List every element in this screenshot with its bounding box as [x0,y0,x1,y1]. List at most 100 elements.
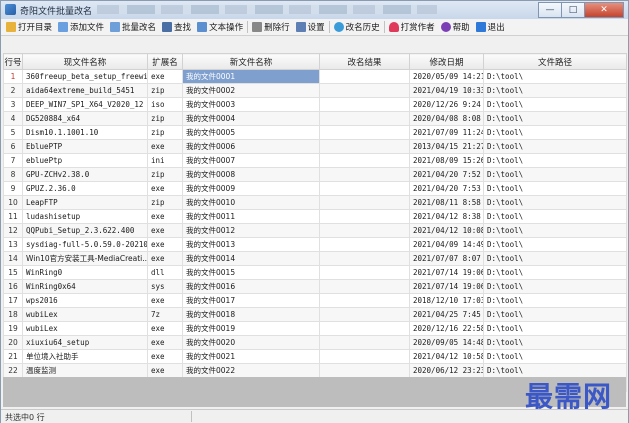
table-cell-6[interactable]: 2021/04/20 7:53 [409,181,484,196]
table-cell-4[interactable]: 我的文件0019 [182,321,320,336]
table-cell-6[interactable]: 2021/04/09 14:49 [409,237,484,252]
table-cell-1[interactable]: 3 [3,97,23,112]
table-cell-4[interactable]: 我的文件0006 [182,139,320,154]
table-cell-5[interactable] [319,209,410,224]
table-cell-2[interactable]: sysdiag-full-5.0.59.0-2021040... [22,237,148,252]
title-bar[interactable]: 奇阳文件批量改名 — □ ✕ [1,1,628,20]
toolbar-item-11[interactable]: 退出 [473,20,508,35]
table-cell-2[interactable]: GPU-ZCHv2.38.0 [22,167,148,182]
table-cell-6[interactable]: 2018/12/10 17:03 [409,293,484,308]
table-cell-5[interactable] [319,83,410,98]
table-cell-7[interactable]: D:\tool\ [483,195,627,210]
column-header-4[interactable]: 新文件名称 [182,53,320,70]
table-cell-1[interactable]: 1 [3,69,23,84]
table-row[interactable]: 19 wubiLex exe 我的文件0019 2020/12/16 22:58 D:\t… [3,321,627,336]
table-cell-2[interactable]: ludashisetup [22,209,148,224]
table-row[interactable]: 6 EbluePTP exe 我的文件0006 2013/04/15 21:27 D:\t… [3,139,627,154]
toolbar-item-6[interactable]: 删除行 [249,20,293,35]
table-cell-3[interactable]: exe [147,251,183,266]
table-cell-1[interactable]: 20 [3,335,23,350]
table-cell-2[interactable]: 单位境入社助手 [22,349,148,364]
table-cell-6[interactable]: 2020/12/26 9:24 [409,97,484,112]
minimize-button[interactable]: — [538,2,562,18]
table-row[interactable]: 15 WinRing0 dll 我的文件0015 2021/07/14 19:06 D:\… [3,265,627,280]
toolbar-item-2[interactable]: 添加文件 [55,20,107,35]
table-cell-7[interactable]: D:\tool\ [483,139,627,154]
table-cell-7[interactable]: D:\tool\ [483,111,627,126]
toolbar-item-1[interactable]: 打开目录 [3,20,55,35]
column-header-1[interactable]: 行号 [3,53,23,70]
table-cell-6[interactable]: 2020/05/09 14:21 [409,69,484,84]
table-cell-6[interactable]: 2021/08/11 8:58 [409,195,484,210]
table-cell-2[interactable]: QQPubi_Setup_2.3.622.400 [22,223,148,238]
toolbar-item-10[interactable]: 帮助 [438,20,473,35]
table-cell-5[interactable] [319,279,410,294]
table-cell-1[interactable]: 18 [3,307,23,322]
table-row[interactable]: 9 GPUZ.2.36.0 exe 我的文件0009 2021/04/20 7:53 D:… [3,181,627,196]
table-cell-3[interactable]: exe [147,349,183,364]
table-cell-7[interactable]: D:\tool\ [483,279,627,294]
table-cell-2[interactable]: WinRing0 [22,265,148,280]
table-cell-6[interactable]: 2021/04/20 7:52 [409,167,484,182]
table-cell-2[interactable]: wps2016 [22,293,148,308]
table-cell-2[interactable]: LeapFTP [22,195,148,210]
table-cell-5[interactable] [319,251,410,266]
table-cell-1[interactable]: 10 [3,195,23,210]
table-cell-2[interactable]: EbluePTP [22,139,148,154]
table-cell-4[interactable]: 我的文件0010 [182,195,320,210]
table-cell-6[interactable]: 2021/04/12 8:38 [409,209,484,224]
table-cell-5[interactable] [319,153,410,168]
table-cell-3[interactable]: zip [147,167,183,182]
table-cell-4[interactable]: 我的文件0021 [182,349,320,364]
table-cell-5[interactable] [319,69,410,84]
table-cell-6[interactable]: 2013/04/15 21:27 [409,139,484,154]
table-row[interactable]: 3 DEEP_WIN7_SP1_X64_V2020_12 iso 我的文件0003 20… [3,97,627,112]
table-cell-7[interactable]: D:\tool\ [483,223,627,238]
table-cell-6[interactable]: 2021/04/12 10:08 [409,223,484,238]
table-cell-1[interactable]: 21 [3,349,23,364]
table-row[interactable]: 10 LeapFTP zip 我的文件0010 2021/08/11 8:58 D:\to… [3,195,627,210]
table-cell-5[interactable] [319,307,410,322]
table-cell-7[interactable]: D:\tool\ [483,349,627,364]
table-cell-3[interactable]: zip [147,125,183,140]
table-cell-4[interactable]: 我的文件0005 [182,125,320,140]
table-cell-3[interactable]: exe [147,237,183,252]
table-cell-4[interactable]: 我的文件0016 [182,279,320,294]
table-cell-1[interactable]: 5 [3,125,23,140]
table-cell-3[interactable]: exe [147,335,183,350]
table-row[interactable]: 17 wps2016 exe 我的文件0017 2018/12/10 17:03 D:\t… [3,293,627,308]
table-cell-1[interactable]: 19 [3,321,23,336]
table-cell-3[interactable]: exe [147,293,183,308]
table-cell-2[interactable]: 温度监测 [22,363,148,378]
table-cell-2[interactable]: wubiLex [22,321,148,336]
table-cell-2[interactable]: DG520884_x64 [22,111,148,126]
table-cell-4[interactable]: 我的文件0011 [182,209,320,224]
table-cell-7[interactable]: D:\tool\ [483,125,627,140]
table-row[interactable]: 13sysdiag-full-5.0.59.0-2021040...exe我的文… [3,237,627,252]
table-cell-5[interactable] [319,265,410,280]
table-cell-4[interactable]: 我的文件0017 [182,293,320,308]
table-cell-5[interactable] [319,97,410,112]
table-cell-5[interactable] [319,293,410,308]
table-cell-5[interactable] [319,349,410,364]
table-cell-6[interactable]: 2021/04/19 10:33 [409,83,484,98]
table-cell-4[interactable]: 我的文件0009 [182,181,320,196]
toolbar-item-5[interactable]: 文本操作 [194,20,246,35]
table-cell-5[interactable] [319,111,410,126]
table-cell-1[interactable]: 9 [3,181,23,196]
table-cell-2[interactable]: aida64extreme_build_5451 [22,83,148,98]
table-row[interactable]: 12 QQPubi_Setup_2.3.622.400 exe 我的文件0012 202… [3,223,627,238]
table-cell-7[interactable]: D:\tool\ [483,293,627,308]
table-cell-7[interactable]: D:\tool\ [483,321,627,336]
table-cell-6[interactable]: 2021/07/09 11:24 [409,125,484,140]
table-cell-1[interactable]: 16 [3,279,23,294]
table-cell-5[interactable] [319,363,410,378]
table-cell-2[interactable]: GPUZ.2.36.0 [22,181,148,196]
table-cell-1[interactable]: 15 [3,265,23,280]
table-cell-6[interactable]: 2021/07/07 8:07 [409,251,484,266]
table-cell-3[interactable]: zip [147,195,183,210]
close-button[interactable]: ✕ [584,2,624,18]
table-cell-5[interactable] [319,125,410,140]
table-cell-5[interactable] [319,237,410,252]
table-cell-1[interactable]: 12 [3,223,23,238]
